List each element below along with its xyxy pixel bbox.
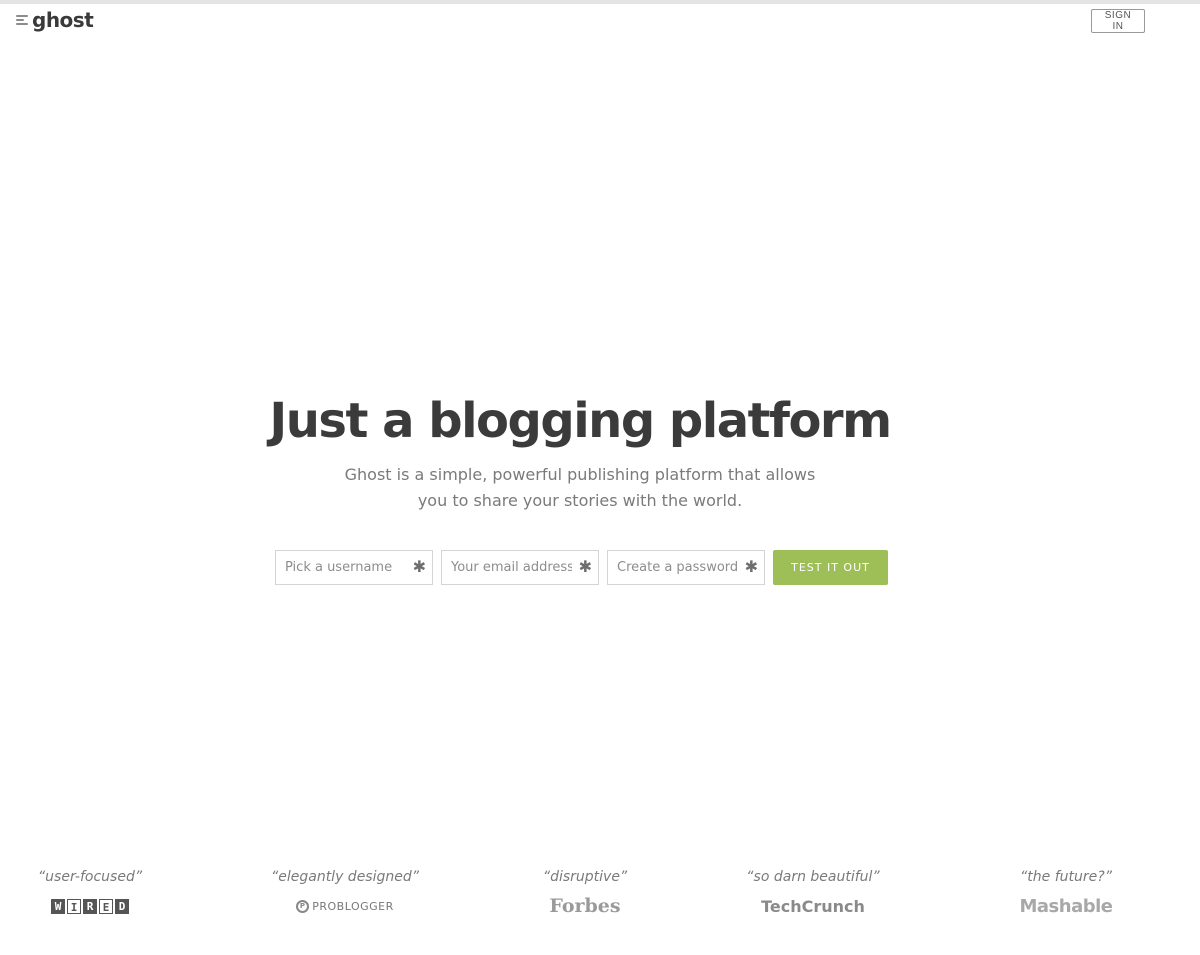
ghost-logo[interactable]: ghost xyxy=(16,6,94,34)
press-item-problogger: “elegantly designed” P PROBLOGGER xyxy=(245,866,445,918)
hero-subtitle-line-2: you to share your stories with the world… xyxy=(417,491,743,510)
forbes-wordmark: Forbes xyxy=(549,895,621,917)
wired-wordmark: WIRED xyxy=(51,898,129,914)
press-item-mashable: “the future?” Mashable xyxy=(966,866,1166,918)
email-field-wrap: ✱ xyxy=(441,550,599,585)
wired-logo: WIRED xyxy=(0,894,190,918)
techcrunch-wordmark: TechCrunch xyxy=(761,896,865,916)
forbes-logo: Forbes xyxy=(485,894,685,918)
hero-subtitle-line-1: Ghost is a simple, powerful publishing p… xyxy=(344,465,816,484)
problogger-logo: P PROBLOGGER xyxy=(245,894,445,918)
hero-title-wrap: Just a blogging platform xyxy=(0,393,1160,449)
username-input[interactable] xyxy=(276,551,432,584)
test-it-out-button[interactable]: TEST IT OUT xyxy=(773,550,888,585)
press-item-wired: “user-focused” WIRED xyxy=(0,866,190,918)
password-field-wrap: ✱ xyxy=(607,550,765,585)
page-title: Just a blogging platform xyxy=(269,393,892,449)
techcrunch-logo: TechCrunch xyxy=(713,894,913,918)
password-input[interactable] xyxy=(608,551,764,584)
signup-form: ✱ ✱ ✱ TEST IT OUT xyxy=(275,550,888,585)
press-quote: “the future?” xyxy=(1020,869,1112,885)
problogger-circle-icon: P xyxy=(296,899,310,913)
top-border xyxy=(0,0,1200,4)
press-quote: “so darn beautiful” xyxy=(746,869,880,885)
sign-in-button[interactable]: SIGN IN xyxy=(1091,9,1145,33)
problogger-text: PROBLOGGER xyxy=(312,899,394,913)
hero-subtitle: Ghost is a simple, powerful publishing p… xyxy=(330,462,830,514)
required-asterisk-icon: ✱ xyxy=(578,557,592,576)
ghost-lines-icon xyxy=(16,14,30,26)
username-field-wrap: ✱ xyxy=(275,550,433,585)
required-asterisk-icon: ✱ xyxy=(412,557,426,576)
mashable-logo: Mashable xyxy=(966,894,1166,918)
required-asterisk-icon: ✱ xyxy=(744,557,758,576)
press-quote: “user-focused” xyxy=(37,869,143,885)
mashable-wordmark: Mashable xyxy=(1019,895,1114,917)
problogger-wordmark: P PROBLOGGER xyxy=(296,899,394,913)
press-item-forbes: “disruptive” Forbes xyxy=(485,866,685,918)
email-input[interactable] xyxy=(442,551,598,584)
press-quote: “elegantly designed” xyxy=(270,869,420,885)
logo-text: ghost xyxy=(32,8,94,32)
press-quote: “disruptive” xyxy=(542,869,628,885)
press-item-techcrunch: “so darn beautiful” TechCrunch xyxy=(713,866,913,918)
